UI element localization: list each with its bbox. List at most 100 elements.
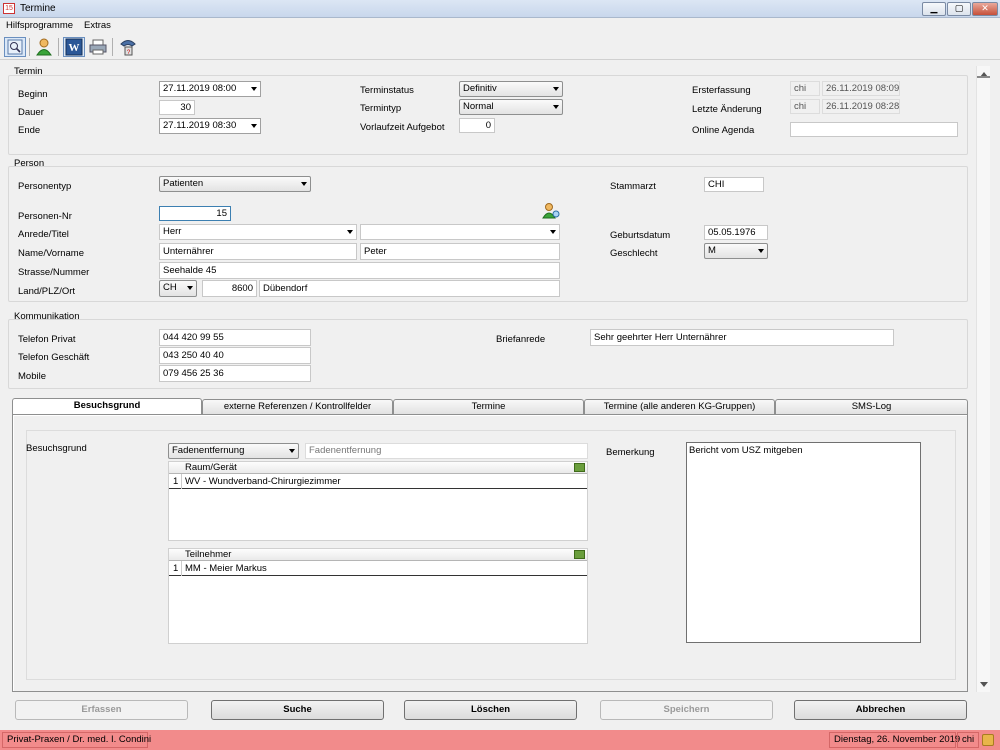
- speichern-button[interactable]: Speichern: [600, 700, 773, 720]
- suche-button[interactable]: Suche: [211, 700, 384, 720]
- app-icon: 15: [3, 3, 15, 14]
- strasse-field[interactable]: Seehalde 45: [159, 262, 560, 279]
- letzte-aenderung-date: 26.11.2019 08:28: [822, 99, 900, 114]
- print-button[interactable]: [87, 37, 109, 57]
- chevron-down-icon: [553, 105, 559, 109]
- close-button[interactable]: ✕: [972, 2, 998, 16]
- table-row[interactable]: 1 MM - Meier Markus: [169, 561, 587, 576]
- person-button[interactable]: [33, 37, 55, 57]
- geschlecht-value: M: [708, 245, 716, 256]
- maximize-button[interactable]: ▢: [947, 2, 971, 16]
- land-select[interactable]: CH: [159, 280, 197, 297]
- anrede-value: Herr: [163, 226, 182, 237]
- termintyp-select[interactable]: Normal: [459, 99, 563, 115]
- briefanrede-field[interactable]: Sehr geehrter Herr Unternährer: [590, 329, 894, 346]
- erfassen-button[interactable]: Erfassen: [15, 700, 188, 720]
- plz-field[interactable]: 8600: [202, 280, 257, 297]
- toolbar-separator: [29, 38, 30, 56]
- besuchsgrund-select[interactable]: Fadenentfernung: [168, 443, 299, 459]
- teilnehmer-header-label: Teilnehmer: [185, 549, 232, 560]
- stammarzt-field[interactable]: CHI: [704, 177, 764, 192]
- menu-extras[interactable]: Extras: [84, 20, 111, 31]
- geburtsdatum-field[interactable]: 05.05.1976: [704, 225, 768, 240]
- chevron-down-icon: [758, 249, 764, 253]
- status-date: Dienstag, 26. November 2019: [829, 732, 960, 748]
- beginn-value: 27.11.2019 08:00: [163, 83, 237, 94]
- patient-search-button[interactable]: [541, 202, 561, 220]
- status-practice: Privat-Praxen / Dr. med. I. Condini: [2, 732, 151, 748]
- terminstatus-select[interactable]: Definitiv: [459, 81, 563, 97]
- anrede-label: Anrede/Titel: [18, 229, 69, 240]
- toolbar-separator: [112, 38, 113, 56]
- stammarzt-label: Stammarzt: [610, 181, 656, 192]
- mobile-field[interactable]: 079 456 25 36: [159, 365, 311, 382]
- loeschen-button[interactable]: Löschen: [404, 700, 577, 720]
- preview-button[interactable]: [4, 37, 26, 57]
- dauer-field[interactable]: 30: [159, 100, 195, 115]
- add-row-icon[interactable]: [574, 463, 585, 472]
- termintyp-value: Normal: [463, 101, 494, 112]
- scroll-thumb[interactable]: [977, 76, 990, 78]
- telefon-geschaeft-field[interactable]: 043 250 40 40: [159, 347, 311, 364]
- chevron-down-icon[interactable]: [251, 87, 257, 91]
- bemerkung-textarea[interactable]: Bericht vom USZ mitgeben: [686, 442, 921, 643]
- kommunikation-section-label: Kommunikation: [14, 311, 80, 322]
- mobile-label: Mobile: [18, 371, 46, 382]
- ort-field[interactable]: Dübendorf: [259, 280, 560, 297]
- personentyp-label: Personentyp: [18, 181, 72, 192]
- anrede-select[interactable]: Herr: [159, 224, 357, 240]
- chevron-down-icon: [301, 182, 307, 186]
- tab-besuchsgrund[interactable]: Besuchsgrund: [12, 398, 202, 415]
- vorlaufzeit-field[interactable]: 0: [459, 118, 495, 133]
- telefon-privat-field[interactable]: 044 420 99 55: [159, 329, 311, 346]
- tab-termine[interactable]: Termine: [393, 399, 584, 414]
- ende-datetime[interactable]: 27.11.2019 08:30: [159, 118, 261, 134]
- beginn-label: Beginn: [18, 89, 48, 100]
- add-row-icon[interactable]: [574, 550, 585, 559]
- phone-button[interactable]: ?: [117, 37, 139, 57]
- svg-text:W: W: [69, 42, 80, 54]
- ersterfassung-label: Ersterfassung: [692, 85, 751, 96]
- preview-icon: [7, 39, 23, 55]
- terminstatus-value: Definitiv: [463, 83, 497, 94]
- teilnehmer-header: Teilnehmer: [169, 549, 587, 561]
- person-icon: [36, 38, 52, 56]
- name-field[interactable]: Unternährer: [159, 243, 357, 260]
- raum-cell: WV - Wundverband-Chirurgiezimmer: [185, 476, 341, 487]
- personentyp-select[interactable]: Patienten: [159, 176, 311, 192]
- abbrechen-button[interactable]: Abbrechen: [794, 700, 967, 720]
- word-button[interactable]: W: [63, 37, 85, 57]
- beginn-datetime[interactable]: 27.11.2019 08:00: [159, 81, 261, 97]
- ersterfassung-date: 26.11.2019 08:09: [822, 81, 900, 96]
- row-number: 1: [173, 563, 179, 574]
- status-notification-icon[interactable]: [982, 734, 994, 746]
- ende-value: 27.11.2019 08:30: [163, 120, 237, 131]
- besuchsgrund-text-field[interactable]: Fadenentfernung: [305, 443, 588, 459]
- minimize-button[interactable]: ▁: [922, 2, 946, 16]
- chevron-down-icon[interactable]: [251, 124, 257, 128]
- chevron-down-icon: [187, 286, 193, 290]
- tab-sms-log[interactable]: SMS-Log: [775, 399, 968, 414]
- word-icon: W: [65, 38, 83, 56]
- scroll-down-icon[interactable]: [980, 682, 988, 687]
- besuchsgrund-label: Besuchsgrund: [26, 443, 87, 454]
- vorname-field[interactable]: Peter: [360, 243, 560, 260]
- menu-hilfsprogramme[interactable]: Hilfsprogramme: [6, 20, 73, 31]
- titel-select[interactable]: [360, 224, 560, 240]
- tab-termine-andere-kg[interactable]: Termine (alle anderen KG-Gruppen): [584, 399, 775, 414]
- ersterfassung-user: chi: [790, 81, 820, 96]
- personen-nr-field[interactable]: 15: [159, 206, 231, 221]
- toolbar-separator: [58, 38, 59, 56]
- geschlecht-select[interactable]: M: [704, 243, 768, 259]
- chevron-down-icon: [553, 87, 559, 91]
- land-value: CH: [163, 282, 177, 293]
- termintyp-label: Termintyp: [360, 103, 402, 114]
- raum-geraet-header: Raum/Gerät: [169, 462, 587, 474]
- besuchsgrund-value: Fadenentfernung: [172, 445, 245, 456]
- person-section-label: Person: [14, 158, 45, 169]
- online-agenda-field[interactable]: [790, 122, 958, 137]
- tab-externe-referenzen[interactable]: externe Referenzen / Kontrollfelder: [202, 399, 393, 414]
- table-row[interactable]: 1 WV - Wundverband-Chirurgiezimmer: [169, 474, 587, 489]
- vertical-scrollbar[interactable]: [976, 66, 990, 692]
- telefon-geschaeft-label: Telefon Geschäft: [18, 352, 90, 363]
